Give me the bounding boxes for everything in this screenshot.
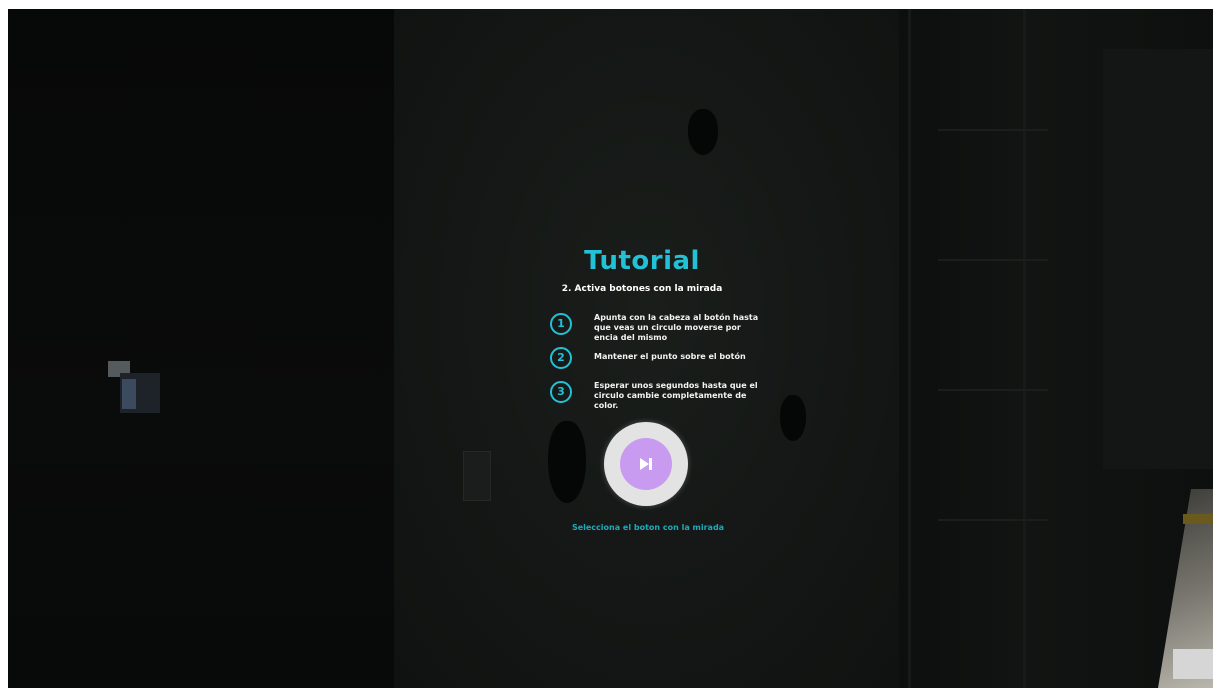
shelf-board <box>938 519 1048 521</box>
floor-vent <box>1173 649 1213 679</box>
shelf-board <box>938 389 1048 391</box>
shelf-post <box>908 9 911 688</box>
window-pane <box>1103 49 1213 469</box>
tutorial-subtitle: 2. Activa botones con la mirada <box>561 284 723 294</box>
step-text: Apunta con la cabeza al botón hasta que … <box>594 313 759 342</box>
wall-hook <box>780 395 806 441</box>
light-switch <box>463 451 491 501</box>
step-number-badge: 2 <box>550 347 572 369</box>
corner-strip <box>1183 514 1213 524</box>
shelf-board <box>938 129 1048 131</box>
shelf-object <box>108 361 160 413</box>
tutorial-title: Tutorial <box>584 246 700 276</box>
step-text: Mantener el punto sobre el botón <box>594 352 746 361</box>
skip-next-icon <box>640 458 652 470</box>
dark-room-left <box>8 9 394 688</box>
shelf-board <box>938 259 1048 261</box>
shelf-post <box>1023 9 1026 688</box>
step-item: 3 Esperar unos segundos hasta que el cir… <box>550 381 758 421</box>
next-button[interactable] <box>604 422 688 506</box>
gaze-hint: Selecciona el boton con la mirada <box>571 523 725 532</box>
step-number-badge: 3 <box>550 381 572 403</box>
step-number-badge: 1 <box>550 313 572 335</box>
step-text: Esperar unos segundos hasta que el circu… <box>594 381 758 410</box>
wall-hook <box>688 109 718 155</box>
